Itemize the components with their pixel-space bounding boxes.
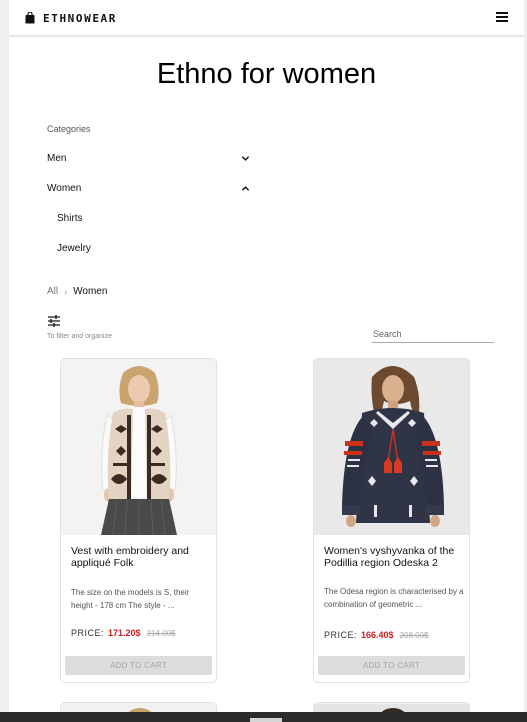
breadcrumb-current: Women — [73, 286, 108, 297]
price-row: PRICE: 166.40$ 208.00$ — [324, 630, 428, 640]
category-women-label: Women — [47, 182, 82, 194]
add-to-cart-button[interactable]: ADD TO CART — [318, 656, 465, 675]
product-photo-vyshyvanka — [314, 359, 469, 535]
category-men[interactable]: Men — [47, 150, 250, 166]
product-description: The Odesa region is characterised by a c… — [324, 587, 464, 609]
product-card-partial[interactable] — [313, 702, 470, 712]
hamburger-menu-icon[interactable] — [496, 12, 508, 22]
product-card[interactable]: Vest with embroidery and appliqué Folk T… — [60, 358, 217, 683]
browser-viewport: ETHNOWEAR Ethno for women Categories Men… — [0, 0, 527, 722]
chevron-down-icon — [241, 155, 250, 161]
sliders-icon[interactable] — [47, 314, 61, 328]
page-title: Ethno for women — [156, 58, 377, 90]
filter-hint: To filter and organize — [47, 333, 112, 340]
old-price: 214.00$ — [146, 629, 176, 638]
search-input[interactable] — [372, 326, 494, 343]
shopping-bag-icon — [25, 12, 35, 24]
category-women[interactable]: Women — [47, 180, 250, 196]
product-name[interactable]: Women's vyshyvanka of the Podillia regio… — [324, 545, 462, 569]
subcategory-jewelry[interactable]: Jewelry — [57, 243, 91, 254]
logo[interactable]: ETHNOWEAR — [25, 10, 117, 26]
breadcrumb-separator: › — [64, 286, 68, 297]
category-men-label: Men — [47, 152, 67, 164]
product-name[interactable]: Vest with embroidery and appliqué Folk — [71, 545, 209, 569]
price-row: PRICE: 171.20$ 214.00$ — [71, 628, 175, 638]
breadcrumb-all-link[interactable]: All — [47, 286, 58, 297]
product-image-partial — [314, 704, 469, 712]
current-price: 171.20$ — [108, 628, 141, 638]
product-description: The size on the models is S, their heigh… — [71, 588, 190, 610]
product-image[interactable] — [61, 359, 216, 535]
product-card-partial[interactable] — [60, 702, 217, 712]
page: ETHNOWEAR Ethno for women Categories Men… — [9, 0, 524, 712]
product-card[interactable]: Women's vyshyvanka of the Podillia regio… — [313, 358, 470, 683]
add-to-cart-button[interactable]: ADD TO CART — [65, 656, 212, 675]
product-photo-vest — [61, 359, 216, 535]
chevron-up-icon — [241, 185, 250, 191]
product-image[interactable] — [314, 359, 469, 535]
subcategory-shirts[interactable]: Shirts — [57, 213, 83, 224]
current-price: 166.40$ — [361, 630, 394, 640]
price-label: PRICE: — [324, 630, 358, 640]
categories-heading: Categories — [47, 124, 91, 134]
old-price: 208.00$ — [399, 631, 429, 640]
brand-name: ETHNOWEAR — [43, 11, 118, 25]
breadcrumb: All › Women — [47, 286, 107, 297]
site-header: ETHNOWEAR — [9, 0, 524, 37]
scroll-handle[interactable] — [250, 718, 282, 722]
product-image-partial — [61, 704, 216, 712]
price-label: PRICE: — [71, 628, 105, 638]
